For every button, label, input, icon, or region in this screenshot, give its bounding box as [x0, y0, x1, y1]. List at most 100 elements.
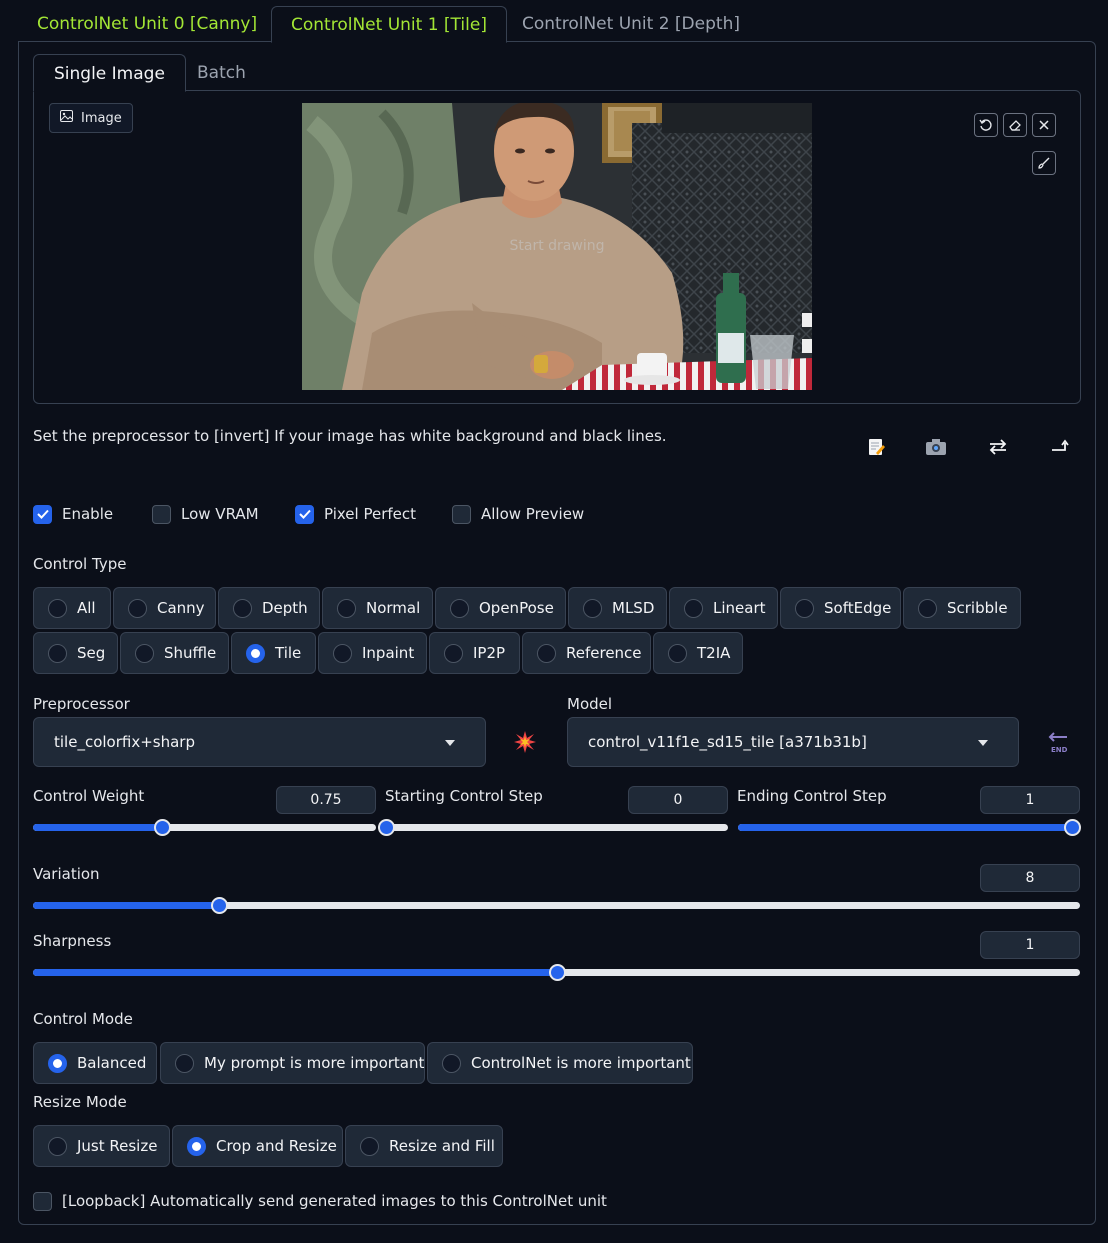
sharpness-label: Sharpness	[33, 932, 112, 950]
control-type-softedge[interactable]: SoftEdge	[780, 587, 901, 629]
chevron-down-icon	[978, 740, 988, 746]
slider-thumb[interactable]	[1064, 819, 1081, 836]
option-label: SoftEdge	[824, 599, 892, 617]
control-type-scribble[interactable]: Scribble	[903, 587, 1021, 629]
chevron-down-icon	[445, 740, 455, 746]
enable-label: Enable	[62, 505, 114, 523]
start-drawing-hint: Start drawing	[509, 238, 605, 254]
variation-input[interactable]: 8	[980, 864, 1080, 892]
option-label: IP2P	[473, 644, 506, 662]
model-label: Model	[567, 695, 613, 713]
control-type-ip2p[interactable]: IP2P	[429, 632, 520, 674]
camera-icon[interactable]	[925, 436, 947, 458]
option-label: T2IA	[697, 644, 731, 662]
option-label: MLSD	[612, 599, 655, 617]
undo-icon[interactable]	[974, 113, 998, 137]
radio-icon	[795, 598, 814, 618]
tab-batch[interactable]: Batch	[177, 54, 266, 92]
checkbox-box	[452, 504, 471, 524]
radio-icon	[175, 1053, 194, 1073]
refresh-models-icon[interactable]: END	[1047, 730, 1071, 758]
check-icon	[295, 504, 314, 524]
radio-icon	[337, 598, 356, 618]
control-type-inpaint[interactable]: Inpaint	[318, 632, 427, 674]
loopback-checkbox[interactable]: [Loopback] Automatically send generated …	[33, 1190, 607, 1212]
control-mode-controlnet[interactable]: ControlNet is more important	[427, 1042, 693, 1084]
option-label: Reference	[566, 644, 642, 662]
control-type-canny[interactable]: Canny	[113, 587, 216, 629]
radio-selected-icon	[187, 1136, 206, 1156]
low-vram-checkbox[interactable]: Low VRAM	[152, 503, 259, 525]
model-dropdown[interactable]: control_v11f1e_sd15_tile [a371b31b]	[567, 717, 1019, 767]
svg-text:END: END	[1051, 746, 1068, 754]
close-icon[interactable]	[1032, 113, 1056, 137]
starting-step-slider[interactable]	[378, 819, 728, 836]
radio-icon	[450, 598, 469, 618]
control-type-depth[interactable]: Depth	[218, 587, 320, 629]
eraser-icon[interactable]	[1003, 113, 1027, 137]
radio-icon	[333, 643, 352, 663]
model-value: control_v11f1e_sd15_tile [a371b31b]	[588, 733, 867, 751]
control-type-shuffle[interactable]: Shuffle	[120, 632, 229, 674]
control-type-mlsd[interactable]: MLSD	[568, 587, 667, 629]
image-label-text: Image	[81, 110, 122, 126]
radio-icon	[444, 643, 463, 663]
send-dimensions-icon[interactable]	[1049, 436, 1071, 458]
image-label: Image	[49, 103, 133, 133]
control-type-lineart[interactable]: Lineart	[669, 587, 778, 629]
option-label: Tile	[275, 644, 302, 662]
tab-single-image[interactable]: Single Image	[33, 54, 186, 92]
control-type-openpose[interactable]: OpenPose	[435, 587, 566, 629]
variation-slider[interactable]	[33, 897, 1080, 914]
brush-icon[interactable]	[1032, 151, 1056, 175]
option-label: Shuffle	[164, 644, 217, 662]
control-weight-input[interactable]: 0.75	[276, 786, 376, 814]
option-label: Just Resize	[77, 1137, 158, 1155]
allow-preview-label: Allow Preview	[481, 505, 585, 523]
resize-mode-just-resize[interactable]: Just Resize	[33, 1125, 170, 1167]
uploaded-image-canvas[interactable]: Start drawing	[302, 100, 812, 390]
image-input-panel: Image Start drawing	[33, 90, 1081, 404]
control-weight-slider[interactable]	[33, 819, 376, 836]
control-type-reference[interactable]: Reference	[522, 632, 651, 674]
run-preprocessor-icon[interactable]	[513, 730, 537, 758]
slider-thumb[interactable]	[378, 819, 395, 836]
starting-step-input[interactable]: 0	[628, 786, 728, 814]
radio-selected-icon	[246, 643, 265, 663]
preprocessor-dropdown[interactable]: tile_colorfix+sharp	[33, 717, 486, 767]
ending-step-label: Ending Control Step	[737, 787, 887, 805]
control-mode-balanced[interactable]: Balanced	[33, 1042, 157, 1084]
tab-unit-0[interactable]: ControlNet Unit 0 [Canny]	[18, 6, 276, 42]
tab-unit-1[interactable]: ControlNet Unit 1 [Tile]	[271, 6, 507, 43]
option-label: OpenPose	[479, 599, 554, 617]
allow-preview-checkbox[interactable]: Allow Preview	[452, 503, 584, 525]
slider-fill	[738, 824, 1072, 831]
sharpness-slider[interactable]	[33, 964, 1080, 981]
resize-mode-resize-and-fill[interactable]: Resize and Fill	[345, 1125, 503, 1167]
control-type-tile[interactable]: Tile	[231, 632, 316, 674]
ending-step-slider[interactable]	[738, 819, 1081, 836]
control-type-t2ia[interactable]: T2IA	[653, 632, 743, 674]
checkbox-box	[33, 1191, 52, 1211]
edit-icon[interactable]	[865, 436, 887, 458]
control-mode-prompt[interactable]: My prompt is more important	[160, 1042, 425, 1084]
tab-unit-2[interactable]: ControlNet Unit 2 [Depth]	[503, 6, 759, 42]
ending-step-input[interactable]: 1	[980, 786, 1080, 814]
option-label: Crop and Resize	[216, 1137, 337, 1155]
option-label: Seg	[77, 644, 106, 662]
option-label: My prompt is more important	[204, 1054, 425, 1072]
control-type-seg[interactable]: Seg	[33, 632, 118, 674]
radio-selected-icon	[48, 1053, 67, 1073]
enable-checkbox[interactable]: Enable	[33, 503, 113, 525]
control-type-normal[interactable]: Normal	[322, 587, 433, 629]
radio-icon	[918, 598, 937, 618]
slider-thumb[interactable]	[548, 964, 566, 981]
pixel-perfect-checkbox[interactable]: Pixel Perfect	[295, 503, 416, 525]
resize-mode-crop-and-resize[interactable]: Crop and Resize	[172, 1125, 343, 1167]
control-type-all[interactable]: All	[33, 587, 111, 629]
preprocessor-label: Preprocessor	[33, 695, 130, 713]
control-type-label: Control Type	[33, 555, 127, 573]
swap-icon[interactable]	[987, 436, 1009, 458]
slider-thumb[interactable]	[153, 819, 171, 836]
sharpness-input[interactable]: 1	[980, 931, 1080, 959]
